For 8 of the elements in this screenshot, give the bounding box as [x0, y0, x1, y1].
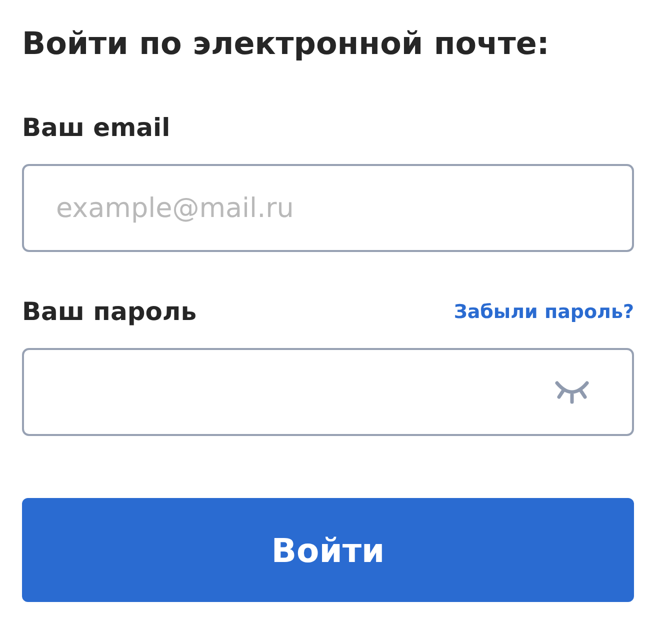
forgot-password-link[interactable]: Забыли пароль?	[454, 301, 634, 323]
password-label: Ваш пароль	[22, 296, 197, 328]
email-field[interactable]: example@mail.ru	[22, 164, 634, 252]
closed-eye-icon[interactable]	[554, 379, 590, 405]
email-label: Ваш email	[22, 112, 170, 144]
password-field[interactable]	[22, 348, 634, 436]
login-button[interactable]: Войти	[22, 498, 634, 602]
page-title: Войти по электронной почте:	[22, 25, 550, 64]
